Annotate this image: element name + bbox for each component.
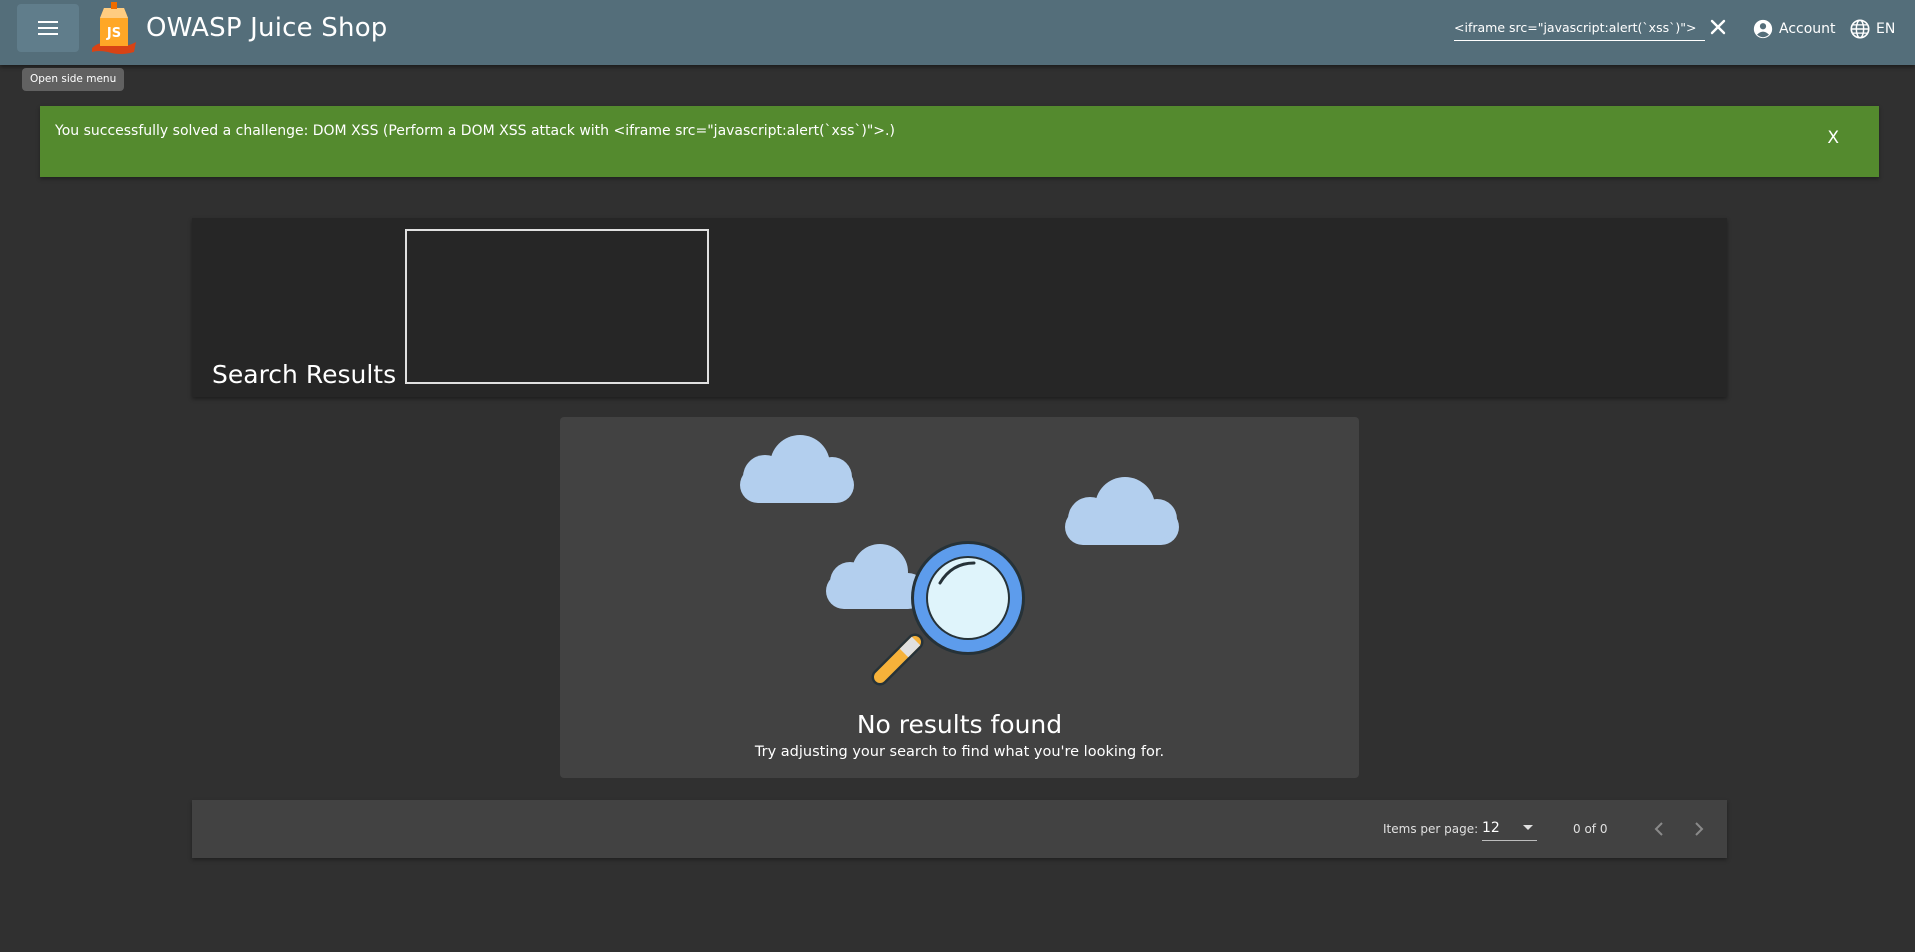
chevron-left-icon[interactable] (1647, 817, 1671, 841)
language-label: EN (1876, 21, 1896, 37)
banner-message: You successfully solved a challenge: DOM… (55, 123, 895, 139)
page-range-label: 0 of 0 (1573, 822, 1608, 836)
app-title[interactable]: OWASP Juice Shop (146, 13, 388, 43)
cloud-icon (740, 435, 854, 503)
chevron-right-icon[interactable] (1687, 817, 1711, 841)
search-input[interactable] (1454, 16, 1705, 38)
menu-icon (38, 21, 58, 35)
banner-close-button[interactable]: X (1827, 128, 1839, 148)
side-menu-button[interactable] (17, 4, 79, 52)
top-toolbar: JS OWASP Juice Shop Account EN (0, 0, 1915, 65)
no-results-subtitle: Try adjusting your search to find what y… (754, 744, 1165, 760)
paginator: Items per page: 12 0 of 0 (192, 800, 1727, 858)
items-per-page-value: 12 (1482, 820, 1500, 836)
account-label: Account (1779, 21, 1836, 37)
search-results-heading: Search Results - (212, 360, 414, 389)
injected-iframe[interactable] (405, 229, 709, 384)
search-field[interactable] (1454, 16, 1705, 41)
challenge-solved-banner: You successfully solved a challenge: DOM… (40, 106, 1879, 177)
account-button[interactable]: Account (1752, 17, 1836, 41)
dropdown-arrow-icon (1523, 825, 1533, 830)
cloud-icon (826, 544, 926, 609)
language-button[interactable]: EN (1849, 17, 1895, 41)
juice-shop-logo[interactable]: JS (90, 2, 138, 54)
account-circle-icon (1753, 19, 1773, 39)
search-results-card: Search Results - (192, 218, 1727, 397)
menu-tooltip: Open side menu (22, 68, 125, 91)
no-results-title: No results found (856, 710, 1063, 739)
cloud-icon (1065, 477, 1179, 545)
items-per-page-select[interactable]: 12 (1482, 816, 1537, 841)
no-results-card: No results found Try adjusting your sear… (560, 417, 1359, 778)
close-icon[interactable] (1709, 18, 1727, 36)
no-results-illustration (740, 435, 1179, 686)
logo-text: JS (106, 26, 121, 41)
globe-icon (1850, 19, 1870, 39)
items-per-page-label: Items per page: (1383, 822, 1479, 836)
